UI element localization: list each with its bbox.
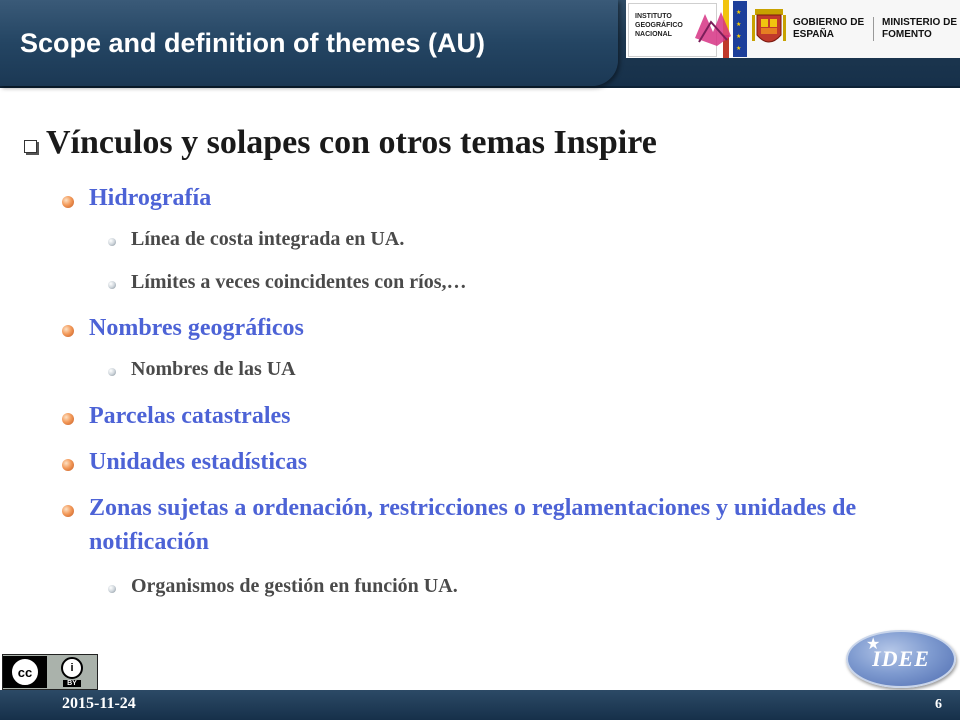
orange-bullet-icon	[62, 413, 74, 425]
cc-by-license-badge: cc i BY	[2, 654, 98, 690]
item-nombres-geograficos: Nombres geográficos	[89, 315, 304, 341]
person-icon: i	[61, 657, 83, 679]
gray-bullet-icon	[108, 281, 116, 289]
item-zonas-sujetas: Zonas sujetas a ordenación, restriccione…	[89, 495, 857, 555]
star-icon: ★	[866, 636, 881, 653]
orange-bullet-icon	[62, 505, 74, 517]
orange-bullet-icon	[62, 196, 74, 208]
footer-date: 2015-11-24	[62, 695, 136, 712]
main-heading: Vínculos y solapes con otros temas Inspi…	[46, 124, 657, 161]
slide-footer	[0, 690, 960, 720]
gray-bullet-icon	[108, 368, 116, 376]
by-icon-area: i BY	[47, 657, 97, 687]
item-parcelas-catastrales: Parcelas catastrales	[89, 403, 291, 429]
subitem-linea-costa: Línea de costa integrada en UA.	[131, 228, 405, 250]
subitem-limites-rios: Límites a veces coincidentes con ríos,…	[131, 271, 467, 293]
square-bullet-icon	[24, 140, 37, 153]
subitem-nombres-ua: Nombres de las UA	[131, 358, 296, 380]
subitem-organismos-gestion: Organismos de gestión en función UA.	[131, 575, 458, 597]
by-label: BY	[63, 680, 81, 687]
idee-logo-text: IDEE	[872, 646, 930, 671]
gray-bullet-icon	[108, 585, 116, 593]
orange-bullet-icon	[62, 325, 74, 337]
idee-logo: ★ IDEE	[846, 630, 956, 688]
slide-content: Vínculos y solapes con otros temas Inspi…	[0, 0, 960, 720]
orange-bullet-icon	[62, 459, 74, 471]
item-unidades-estadisticas: Unidades estadísticas	[89, 449, 308, 475]
cc-icon-area: cc	[3, 656, 47, 688]
page-number: 6	[935, 697, 942, 712]
gray-bullet-icon	[108, 238, 116, 246]
item-hidrografia: Hidrografía	[89, 185, 212, 211]
cc-icon: cc	[10, 657, 40, 687]
